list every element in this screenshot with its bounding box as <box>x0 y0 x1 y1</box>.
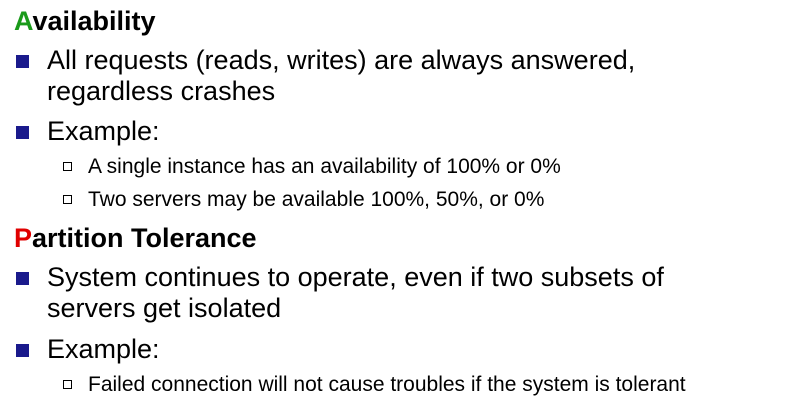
hollow-square-bullet-icon <box>63 162 72 171</box>
availability-heading: Availability <box>14 6 156 36</box>
sub-bullet-text: Failed connection will not cause trouble… <box>88 373 686 396</box>
filled-square-bullet-icon <box>16 55 29 68</box>
bullet-line: System continues to operate, even if two… <box>47 262 664 292</box>
slide: Availability All requests (reads, writes… <box>0 0 809 413</box>
hollow-square-bullet-icon <box>63 380 72 389</box>
filled-square-bullet-icon <box>16 344 29 357</box>
availability-heading-initial: A <box>14 6 33 36</box>
filled-square-bullet-icon <box>16 126 29 139</box>
bullet-line: regardless crashes <box>47 76 276 106</box>
bullet-line: All requests (reads, writes) are always … <box>47 45 636 75</box>
availability-heading-rest: vailability <box>32 6 156 36</box>
bullet-line: Example: <box>47 334 160 364</box>
partition-tolerance-heading: Partition Tolerance <box>14 223 257 253</box>
partition-heading-rest: artition Tolerance <box>32 223 257 253</box>
sub-bullet-text: A single instance has an availability of… <box>88 155 561 178</box>
sub-bullet-text: Two servers may be available 100%, 50%, … <box>88 188 545 211</box>
bullet-line: servers get isolated <box>47 293 282 323</box>
filled-square-bullet-icon <box>16 272 29 285</box>
bullet-line: Example: <box>47 116 160 146</box>
hollow-square-bullet-icon <box>63 195 72 204</box>
partition-heading-initial: P <box>14 223 33 253</box>
